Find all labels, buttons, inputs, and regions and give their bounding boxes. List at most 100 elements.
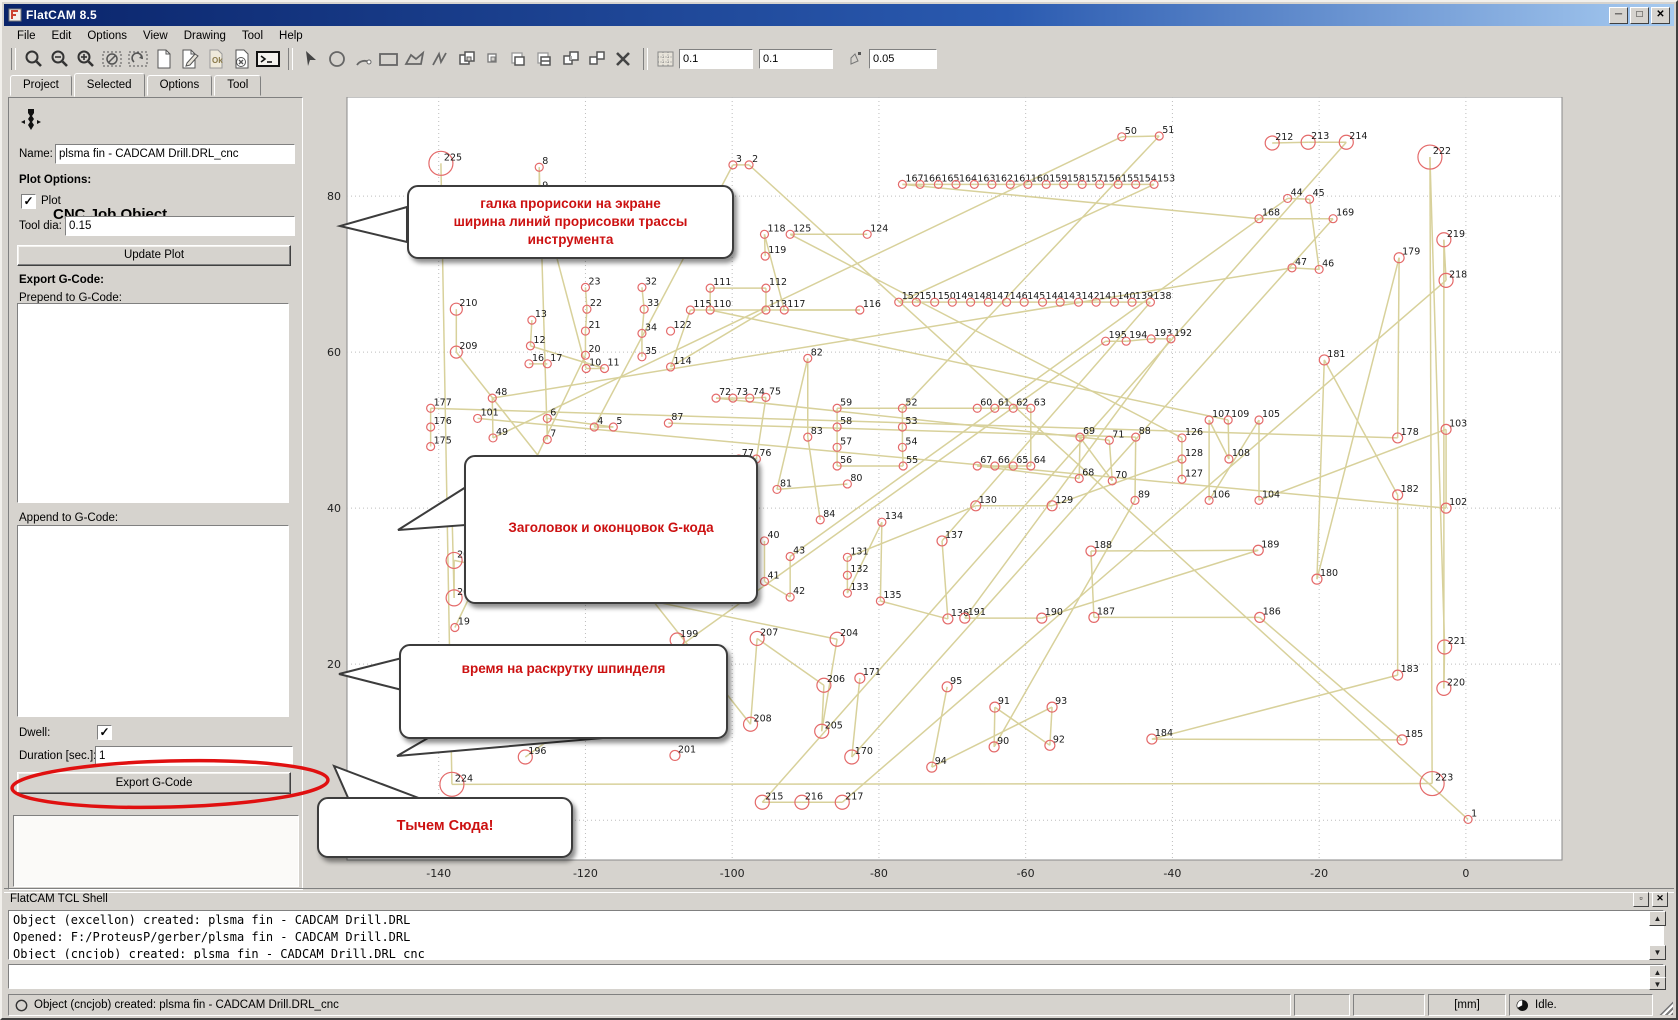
menu-item-options[interactable]: Options: [80, 28, 134, 44]
cncjob-icon: [21, 109, 41, 130]
duplicate-icon[interactable]: [480, 47, 506, 71]
duration-input[interactable]: [95, 746, 293, 766]
svg-text:185: 185: [1405, 729, 1423, 740]
paint-icon[interactable]: [532, 47, 558, 71]
replot-icon[interactable]: [99, 47, 125, 71]
callout2-tail: [397, 485, 467, 531]
export-gcode-button[interactable]: Export G-Code: [17, 772, 291, 794]
svg-text:47: 47: [1295, 257, 1307, 268]
snap-min-input[interactable]: [759, 49, 833, 69]
run-script-icon[interactable]: Ok: [203, 47, 229, 71]
shell-separator[interactable]: [4, 888, 1674, 893]
dwell-checkbox[interactable]: ✓: [97, 725, 112, 740]
svg-text:160: 160: [1031, 173, 1049, 184]
shell-icon[interactable]: [255, 47, 281, 71]
menu-item-edit[interactable]: Edit: [45, 28, 79, 44]
menu-item-tool[interactable]: Tool: [235, 28, 270, 44]
svg-text:116: 116: [863, 299, 881, 310]
tab-project[interactable]: Project: [10, 75, 72, 96]
polygon-tool-icon[interactable]: [402, 47, 428, 71]
svg-text:110: 110: [713, 299, 731, 310]
svg-text:6: 6: [550, 407, 556, 418]
flatcam-window: FlatCAM 8.5 ─ □ ✕ File Edit Options View Dra…: [0, 0, 1678, 1020]
tab-tool[interactable]: Tool: [214, 75, 262, 96]
shell-scroll-up-icon[interactable]: ▲: [1649, 911, 1666, 926]
svg-text:194: 194: [1129, 330, 1147, 341]
status-units-cell: [mm]: [1428, 994, 1506, 1016]
shell-float-button[interactable]: ▫: [1633, 892, 1649, 907]
update-plot-button[interactable]: Update Plot: [17, 245, 291, 266]
new-file-icon[interactable]: [151, 47, 177, 71]
svg-text:164: 164: [959, 173, 977, 184]
svg-text:130: 130: [979, 495, 997, 506]
tab-selected[interactable]: Selected: [73, 73, 145, 97]
svg-text:108: 108: [1232, 448, 1250, 459]
polyline-tool-icon[interactable]: [428, 47, 454, 71]
svg-text:55: 55: [906, 455, 918, 466]
maximize-button[interactable]: □: [1630, 7, 1649, 24]
svg-text:60: 60: [327, 346, 341, 359]
shell-input[interactable]: [8, 964, 1664, 989]
title-bar[interactable]: FlatCAM 8.5 ─ □ ✕: [4, 4, 1674, 26]
tool-dia-input[interactable]: [65, 216, 295, 236]
delete-shape-icon[interactable]: [610, 47, 636, 71]
grid-step-icon[interactable]: [843, 47, 869, 71]
svg-text:129: 129: [1055, 495, 1073, 506]
grid-step-input[interactable]: [869, 49, 937, 69]
shell-close-button[interactable]: ✕: [1652, 892, 1668, 907]
shell-input-scroll-down-icon[interactable]: ▼: [1649, 977, 1666, 990]
union-icon[interactable]: [558, 47, 584, 71]
append-textarea[interactable]: [17, 525, 289, 717]
svg-text:109: 109: [1231, 409, 1249, 420]
prepend-textarea[interactable]: [17, 303, 289, 503]
svg-text:137: 137: [945, 530, 963, 541]
svg-text:-80: -80: [870, 867, 888, 880]
copy-icon[interactable]: [454, 47, 480, 71]
svg-text:154: 154: [1139, 173, 1157, 184]
menu-item-drawing[interactable]: Drawing: [177, 28, 233, 44]
svg-text:144: 144: [1046, 291, 1064, 302]
delete-file-icon[interactable]: [229, 47, 255, 71]
buffer-icon[interactable]: [506, 47, 532, 71]
snap-max-input[interactable]: [679, 49, 753, 69]
menu-item-help[interactable]: Help: [272, 28, 310, 44]
open-file-icon[interactable]: [177, 47, 203, 71]
name-input[interactable]: [55, 144, 295, 164]
svg-text:75: 75: [769, 386, 781, 397]
svg-text:135: 135: [883, 590, 901, 601]
close-button[interactable]: ✕: [1651, 7, 1670, 24]
svg-text:105: 105: [1262, 409, 1280, 420]
grid-snap-icon[interactable]: [653, 47, 679, 71]
arc-tool-icon[interactable]: [350, 47, 376, 71]
zoom-out-icon[interactable]: [47, 47, 73, 71]
minimize-button[interactable]: ─: [1609, 7, 1628, 24]
svg-text:222: 222: [1433, 146, 1451, 157]
svg-text:2: 2: [752, 154, 758, 165]
rectangle-tool-icon[interactable]: [376, 47, 402, 71]
tab-options[interactable]: Options: [146, 75, 213, 96]
shell-scroll-down-icon[interactable]: ▼: [1649, 945, 1666, 960]
svg-text:134: 134: [885, 511, 903, 522]
shell-output[interactable]: Object (excellon) created: plsma fin - C…: [8, 910, 1664, 960]
svg-text:147: 147: [991, 291, 1009, 302]
clear-plot-icon[interactable]: [125, 47, 151, 71]
svg-text:205: 205: [825, 720, 843, 731]
window-title: FlatCAM 8.5: [26, 8, 97, 22]
svg-text:1: 1: [1471, 808, 1477, 819]
svg-text:184: 184: [1155, 728, 1173, 739]
svg-text:93: 93: [1055, 696, 1067, 707]
plot-checkbox[interactable]: ✓: [21, 194, 36, 209]
svg-text:125: 125: [793, 223, 811, 234]
circle-tool-icon[interactable]: [324, 47, 350, 71]
menu-item-view[interactable]: View: [136, 28, 175, 44]
select-arrow-icon[interactable]: [298, 47, 324, 71]
svg-text:51: 51: [1162, 125, 1174, 136]
svg-text:133: 133: [850, 582, 868, 593]
zoom-fit-icon[interactable]: [21, 47, 47, 71]
tab-bar: Project Selected Options Tool: [10, 73, 263, 97]
offset-icon[interactable]: [584, 47, 610, 71]
menu-item-file[interactable]: File: [10, 28, 43, 44]
zoom-in-icon[interactable]: [73, 47, 99, 71]
svg-text:209: 209: [459, 341, 477, 352]
svg-text:204: 204: [840, 628, 858, 639]
